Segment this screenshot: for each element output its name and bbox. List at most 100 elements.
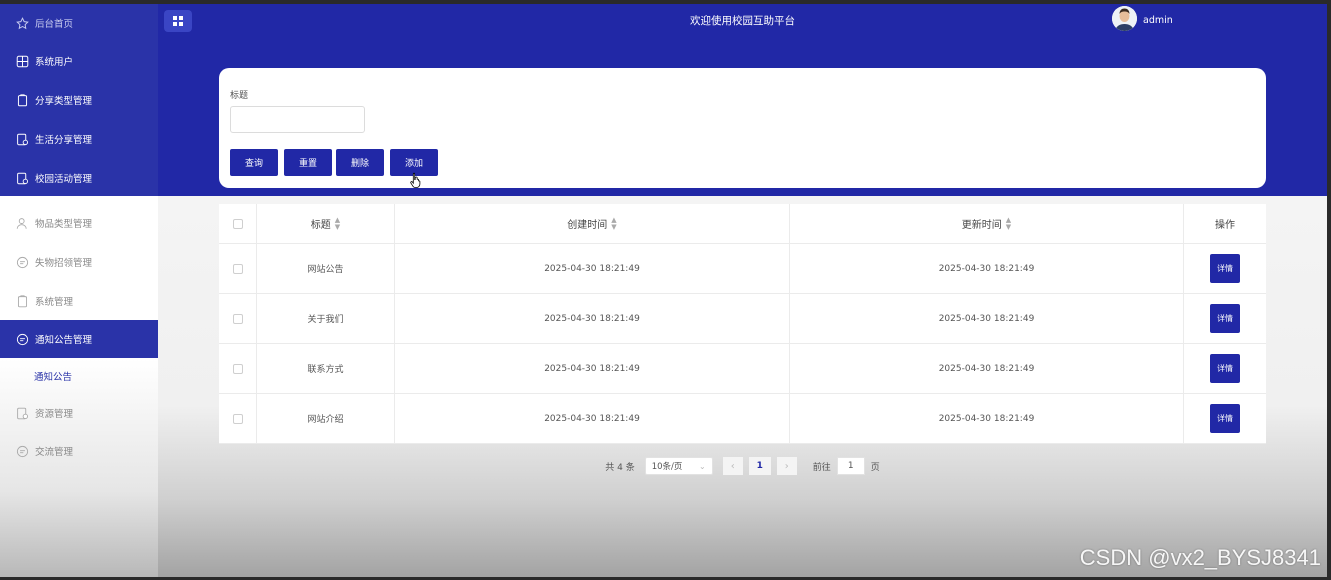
column-header-title[interactable]: 标题 ▲ ▼ [257,204,395,243]
prev-page-button[interactable]: ‹ [722,457,743,475]
row-title: 联系方式 [257,344,395,393]
chat-icon [16,256,29,269]
notice-table: 标题 ▲ ▼ 创建时间 ▲ ▼ 更新时间 ▲ ▼ 操作 网站公告 2025-04-30… [219,204,1266,444]
row-created: 2025-04-30 18:21:49 [395,294,790,343]
row-check-cell [219,394,257,443]
sidebar-item-system-manage[interactable]: 系统管理 [0,282,158,320]
goto-suffix: 页 [870,462,880,473]
sidebar-item-campus-activity[interactable]: 校园活动管理 [0,159,158,197]
detail-button[interactable]: 详情 [1210,254,1240,283]
avatar[interactable] [1112,6,1137,31]
hand-cursor-icon [410,172,422,188]
sidebar-item-life-share[interactable]: 生活分享管理 [0,120,158,158]
row-checkbox[interactable] [232,313,243,324]
sidebar-item-exchange[interactable]: 交流管理 [0,432,158,470]
row-check-cell [219,294,257,343]
row-checkbox[interactable] [232,263,243,274]
page-number[interactable]: 1 [748,457,771,475]
watermark: CSDN @vx2_BYSJ8341 [1079,545,1321,570]
app-window: 后台首页 系统用户 分享类型管理 生活分享管理 校园活动管理 物品类型管理 失物… [0,4,1327,577]
title-search-input[interactable] [230,106,365,133]
sidebar-item-label: 后台首页 [35,19,74,30]
row-op-cell: 详情 [1184,344,1266,393]
row-updated: 2025-04-30 18:21:49 [790,294,1184,343]
sidebar-item-label: 失物招领管理 [35,258,93,269]
row-title: 网站公告 [257,244,395,293]
sidebar-item-lost-found[interactable]: 失物招领管理 [0,243,158,281]
row-title: 网站介绍 [257,394,395,443]
sidebar-item-resource[interactable]: 资源管理 [0,394,158,432]
column-updated-label: 更新时间 [961,220,1002,231]
column-title-label: 标题 [310,220,331,231]
sidebar-item-label: 交流管理 [35,447,74,458]
document-icon [16,133,29,146]
chevron-down-icon: ⌄ [699,461,706,471]
row-updated: 2025-04-30 18:21:49 [790,394,1184,443]
column-header-created[interactable]: 创建时间 ▲ ▼ [395,204,790,243]
chevron-right-icon: › [784,460,789,472]
sidebar-item-label: 系统用户 [35,57,74,68]
sidebar-item-label: 通知公告 [34,372,73,383]
row-op-cell: 详情 [1184,244,1266,293]
star-icon [16,16,29,30]
row-op-cell: 详情 [1184,394,1266,443]
sidebar-item-home[interactable]: 后台首页 [0,4,158,42]
sidebar-item-label: 物品类型管理 [35,219,93,230]
row-checkbox[interactable] [232,413,243,424]
row-created: 2025-04-30 18:21:49 [395,244,790,293]
detail-button[interactable]: 详情 [1210,404,1240,433]
page-size-value: 10条/页 [651,462,683,472]
sort-icon[interactable]: ▲ ▼ [611,216,616,231]
query-button[interactable]: 查询 [230,149,278,176]
row-title: 关于我们 [257,294,395,343]
reset-button[interactable]: 重置 [284,149,332,176]
table-row: 联系方式 2025-04-30 18:21:49 2025-04-30 18:2… [219,344,1266,394]
select-all-cell [219,204,257,243]
detail-button[interactable]: 详情 [1210,304,1240,333]
sort-icon[interactable]: ▲ ▼ [335,216,340,231]
sidebar-item-label: 生活分享管理 [35,135,93,146]
sidebar-item-item-type[interactable]: 物品类型管理 [0,204,158,242]
row-checkbox[interactable] [232,363,243,374]
table-header-row: 标题 ▲ ▼ 创建时间 ▲ ▼ 更新时间 ▲ ▼ 操作 [219,204,1266,244]
sidebar-item-label: 系统管理 [35,297,74,308]
row-op-cell: 详情 [1184,294,1266,343]
page-size-select[interactable]: 10条/页 ⌄ [644,457,713,475]
row-created: 2025-04-30 18:21:49 [395,394,790,443]
row-check-cell [219,244,257,293]
chevron-left-icon: ‹ [730,460,735,472]
detail-button[interactable]: 详情 [1210,354,1240,383]
chat-icon [16,333,29,346]
table-row: 关于我们 2025-04-30 18:21:49 2025-04-30 18:2… [219,294,1266,344]
column-header-operation: 操作 [1184,204,1266,243]
sidebar-item-label: 资源管理 [35,409,74,420]
title-field-label: 标题 [230,91,249,101]
goto-page-input[interactable]: 1 [836,457,865,475]
user-icon [16,217,29,230]
sidebar-subitem-notice[interactable]: 通知公告 [0,357,158,395]
grid-icon [16,55,29,68]
pagination: 共 4 条 10条/页 ⌄ ‹ 1 › 前往 1 页 [219,456,1266,476]
column-header-updated[interactable]: 更新时间 ▲ ▼ [790,204,1184,243]
next-page-button[interactable]: › [776,457,797,475]
table-row: 网站公告 2025-04-30 18:21:49 2025-04-30 18:2… [219,244,1266,294]
column-created-label: 创建时间 [567,220,608,231]
sidebar-item-share-type[interactable]: 分享类型管理 [0,81,158,119]
table-row: 网站介绍 2025-04-30 18:21:49 2025-04-30 18:2… [219,394,1266,444]
document-icon [16,172,29,185]
search-panel: 标题 查询 重置 删除 添加 [219,68,1266,188]
user-name[interactable]: admin [1143,15,1173,26]
chat-icon [16,445,29,458]
total-count: 共 4 条 [605,462,635,473]
sidebar: 后台首页 系统用户 分享类型管理 生活分享管理 校园活动管理 物品类型管理 失物… [0,4,158,577]
document-icon [16,407,29,420]
delete-button[interactable]: 删除 [336,149,384,176]
select-all-checkbox[interactable] [232,218,243,229]
row-updated: 2025-04-30 18:21:49 [790,344,1184,393]
sort-icon[interactable]: ▲ ▼ [1006,216,1011,231]
row-updated: 2025-04-30 18:21:49 [790,244,1184,293]
sidebar-item-label: 通知公告管理 [35,335,93,346]
sidebar-item-system-users[interactable]: 系统用户 [0,42,158,80]
sidebar-item-label: 校园活动管理 [35,174,93,185]
sidebar-item-notice-manage[interactable]: 通知公告管理 [0,320,158,358]
